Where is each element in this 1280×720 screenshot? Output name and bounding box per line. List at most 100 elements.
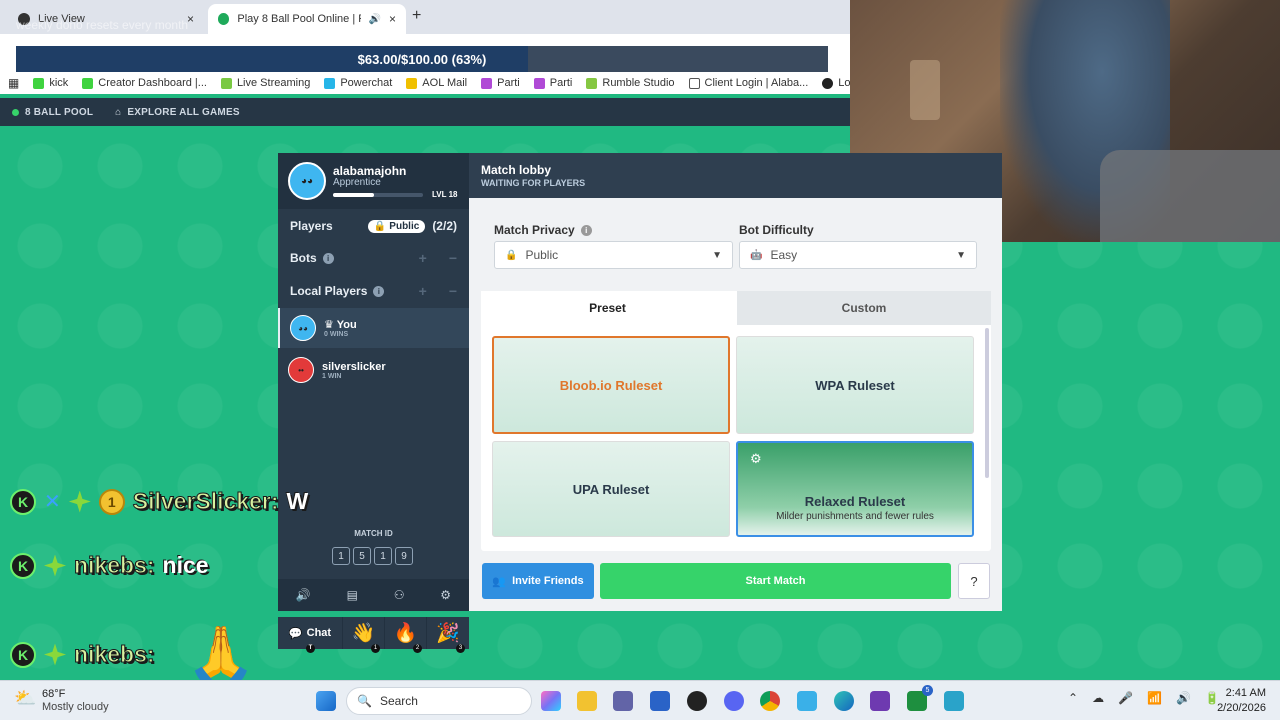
- ruleset-card-bloob[interactable]: Bloob.io Ruleset: [492, 336, 730, 434]
- nav-label: 8 BALL POOL: [25, 106, 94, 118]
- app-icon[interactable]: [797, 691, 817, 711]
- discord-icon[interactable]: [724, 691, 744, 711]
- file-explorer-icon[interactable]: [577, 691, 597, 711]
- chrome-icon[interactable]: [760, 691, 780, 711]
- remove-local-player-button[interactable]: −: [449, 283, 457, 299]
- onedrive-icon[interactable]: ☁: [1092, 691, 1104, 705]
- player-item-you[interactable]: ◕◕ ♛ You 0 WINS: [278, 308, 469, 348]
- bookmark-label: Parti: [497, 77, 520, 89]
- speaker-icon: 🔊: [368, 13, 381, 25]
- apps-grid-icon[interactable]: ▦: [8, 76, 19, 90]
- ruleset-name: WPA Ruleset: [815, 377, 895, 393]
- teams-icon[interactable]: [613, 691, 633, 711]
- info-icon[interactable]: i: [322, 252, 334, 264]
- rank-label: Apprentice: [333, 177, 381, 188]
- avatar[interactable]: ◕◕: [288, 162, 326, 200]
- kick-badge-icon: K: [10, 552, 36, 579]
- robot-icon: 🤖: [750, 249, 763, 261]
- privacy-select[interactable]: 🔒 Public ▼: [494, 241, 733, 269]
- lock-icon: 🔒: [505, 249, 518, 261]
- bookmark-rumble-studio[interactable]: Rumble Studio: [586, 77, 675, 89]
- leaderboard-icon[interactable]: ▤: [347, 588, 358, 602]
- bookmark-label: AOL Mail: [422, 77, 468, 89]
- ruleset-card-relaxed[interactable]: ⚙ Relaxed Ruleset Milder punishments and…: [736, 441, 974, 537]
- settings-icon[interactable]: ⚙: [440, 588, 451, 602]
- hotkey-hint: 2: [413, 644, 422, 653]
- new-tab-button[interactable]: +: [412, 7, 421, 25]
- players-icon[interactable]: ⚇: [394, 588, 405, 602]
- emote-fire-button[interactable]: 🔥 2: [384, 617, 426, 653]
- player-wins: 1 WIN: [322, 372, 342, 380]
- invite-friends-button[interactable]: 👥 Invite Friends: [482, 563, 594, 599]
- wifi-icon[interactable]: 📶: [1147, 691, 1162, 705]
- add-bot-button[interactable]: +: [419, 250, 427, 266]
- microphone-icon[interactable]: 🎤: [1118, 691, 1133, 705]
- bookmark-label: Creator Dashboard |...: [98, 77, 207, 89]
- bookmark-label: kick: [49, 77, 69, 89]
- weather-temp[interactable]: 68°F: [42, 688, 65, 700]
- bookmarks-bar: ▦ kick Creator Dashboard |... Live Strea…: [0, 72, 865, 94]
- bookmark-parti-2[interactable]: Parti: [533, 77, 572, 89]
- invite-label: Invite Friends: [512, 575, 584, 587]
- weather-icon[interactable]: ⛅: [14, 688, 36, 709]
- tab-custom[interactable]: Custom: [737, 291, 991, 325]
- weather-desc[interactable]: Mostly cloudy: [42, 701, 109, 713]
- store-icon[interactable]: [650, 691, 670, 711]
- clock-date[interactable]: 2/20/2026: [1200, 702, 1266, 714]
- emote-wave-button[interactable]: 👋 1: [342, 617, 384, 653]
- bookmark-kick[interactable]: kick: [33, 77, 68, 89]
- gear-icon[interactable]: ⚙: [750, 451, 762, 467]
- stream-chat-line: K ✕ 1 SilverSlicker: W: [10, 488, 308, 515]
- match-id-label: MATCH ID: [354, 529, 393, 538]
- app-icon[interactable]: [687, 691, 707, 711]
- ruleset-card-upa[interactable]: UPA Ruleset: [492, 441, 730, 537]
- system-tray: ⌃ ☁ 🎤 📶 🔊 🔋: [1068, 691, 1220, 705]
- bookmark-aol-mail[interactable]: AOL Mail: [406, 77, 467, 89]
- hotkey-hint: 3: [456, 644, 465, 653]
- player-item-silverslicker[interactable]: •• silverslicker 1 WIN: [278, 350, 469, 390]
- emote-party-button[interactable]: 🎉 3: [426, 617, 469, 653]
- bookmark-parti-1[interactable]: Parti: [481, 77, 520, 89]
- search-input[interactable]: 🔍 Search: [346, 687, 532, 715]
- bot-difficulty-label: Bot Difficulty: [739, 223, 814, 237]
- profile-header: ◕◕ alabamajohn Apprentice LVL 18: [278, 153, 469, 209]
- tab-preset[interactable]: Preset: [481, 291, 734, 325]
- remove-bot-button[interactable]: −: [449, 250, 457, 266]
- start-icon[interactable]: [316, 691, 336, 711]
- info-icon[interactable]: i: [373, 285, 385, 297]
- chat-button[interactable]: 💬 Chat T: [278, 617, 342, 653]
- sparkle-icon: [44, 554, 66, 577]
- lobby-status: WAITING FOR PLAYERS: [481, 178, 586, 188]
- chat-label: Chat: [306, 627, 332, 639]
- info-icon[interactable]: i: [580, 224, 592, 236]
- help-button[interactable]: ?: [958, 563, 990, 599]
- volume-icon[interactable]: 🔊: [296, 588, 311, 602]
- match-id-digit: 1: [374, 547, 392, 565]
- ruleset-card-wpa[interactable]: WPA Ruleset: [736, 336, 974, 434]
- bookmark-creator-dashboard[interactable]: Creator Dashboard |...: [82, 77, 207, 89]
- chevron-up-icon[interactable]: ⌃: [1068, 691, 1078, 705]
- bookmark-live-streaming[interactable]: Live Streaming: [220, 77, 310, 89]
- chat-username: nikebs:: [74, 641, 156, 668]
- add-local-player-button[interactable]: +: [419, 283, 427, 299]
- copilot-icon[interactable]: [541, 691, 561, 711]
- donation-goal-text: $63.00/$100.00 (63%): [357, 52, 487, 67]
- tab-close-icon[interactable]: ×: [389, 12, 396, 26]
- edge-icon[interactable]: [834, 691, 854, 711]
- sparkle-icon: [44, 643, 66, 666]
- sword-icon: ✕: [44, 491, 61, 513]
- scrollbar[interactable]: [985, 328, 989, 478]
- match-id-digit: 5: [353, 547, 371, 565]
- app-icon[interactable]: [944, 691, 964, 711]
- app-icon[interactable]: [870, 691, 890, 711]
- nav-explore-all-games[interactable]: ⌂ EXPLORE ALL GAMES: [115, 107, 240, 118]
- bookmark-powerchat[interactable]: Powerchat: [324, 77, 392, 89]
- bot-difficulty-select[interactable]: 🤖 Easy ▼: [739, 241, 977, 269]
- speaker-icon[interactable]: 🔊: [1176, 691, 1191, 705]
- nav-8-ball-pool[interactable]: 8 BALL POOL: [12, 107, 93, 118]
- start-match-button[interactable]: Start Match: [600, 563, 951, 599]
- clock-time[interactable]: 2:41 AM: [1210, 687, 1266, 699]
- bookmark-client-login[interactable]: Client Login | Alaba...: [688, 77, 808, 89]
- tab-8-ball-pool[interactable]: Play 8 Ball Pool Online | Fre 🔊 ×: [208, 4, 406, 34]
- xbox-icon[interactable]: 5: [907, 685, 933, 711]
